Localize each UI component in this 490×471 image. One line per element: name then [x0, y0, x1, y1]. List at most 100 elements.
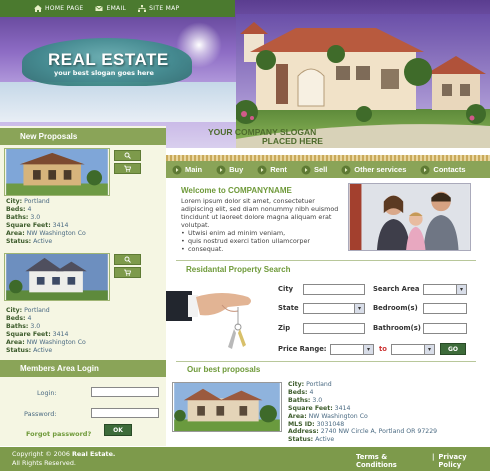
search-title: Residantal Property Search	[186, 265, 291, 274]
search-area-select[interactable]: ▾	[423, 284, 467, 295]
city-label: City:	[6, 198, 23, 205]
top-nav-email-label: EMAIL	[106, 5, 127, 12]
search-go-button[interactable]: GO	[440, 343, 466, 355]
main-nav: Main Buy Rent Sell Other services Contacts	[166, 161, 490, 178]
chevron-down-icon: ▾	[363, 345, 373, 354]
status-label: Status:	[288, 436, 314, 444]
top-nav-sitemap-label: SITE MAP	[149, 5, 180, 12]
status-label: Status:	[6, 347, 32, 354]
divider	[176, 361, 476, 362]
nav-item-other-services[interactable]: Other services	[341, 165, 406, 175]
nav-item-label: Rent	[270, 165, 287, 174]
password-label: Password:	[24, 410, 57, 418]
area-label: Area:	[288, 412, 307, 420]
nav-item-main[interactable]: Main	[172, 165, 202, 175]
area-label: Area:	[6, 339, 25, 346]
top-nav-sitemap[interactable]: SITE MAP	[138, 5, 179, 12]
baths-value: 3.0	[312, 396, 323, 404]
best-proposal-photo[interactable]	[172, 382, 282, 432]
proposal-2-cart-button[interactable]	[114, 267, 141, 278]
baths-value: 3.0	[30, 214, 41, 221]
arrow-icon	[216, 165, 226, 174]
sqft-label: Square Feet:	[288, 404, 333, 412]
nav-item-label: Sell	[313, 165, 328, 174]
area-value: NW Washington Co	[26, 230, 86, 237]
proposal-1-photo[interactable]	[4, 148, 110, 196]
mls-label: MLS ID:	[288, 420, 315, 428]
arrow-icon	[172, 165, 182, 174]
login-label: Login:	[37, 389, 57, 397]
sqft-value: 3414	[334, 404, 351, 412]
proposal-2-zoom-button[interactable]	[114, 254, 141, 265]
area-value: NW Washington Co	[26, 339, 86, 346]
beds-value: 4	[27, 206, 32, 213]
area-value: NW Washington Co	[308, 412, 368, 420]
divider	[176, 260, 476, 261]
welcome-bullet: Utwisi enim ad minim veniam,	[181, 229, 345, 237]
logo-subtitle: your best slogan goes here	[54, 69, 154, 77]
nav-item-label: Main	[185, 165, 203, 174]
copyright-brand: Real Estate.	[72, 450, 116, 458]
bathrooms-label: Bathroom(s)	[373, 324, 421, 332]
proposal-2-photo[interactable]	[4, 253, 110, 301]
state-label: State	[278, 304, 299, 312]
mls-value: 3031048	[316, 420, 345, 428]
sqft-label: Square Feet:	[6, 331, 51, 338]
login-ok-button[interactable]: OK	[104, 424, 132, 436]
terms-link[interactable]: Terms & Conditions	[356, 453, 428, 469]
best-proposal-details: City: Portland Beds: 4 Baths: 3.0 Square…	[288, 381, 437, 444]
city-value: Portland	[24, 307, 50, 314]
arrow-icon	[301, 165, 311, 174]
proposal-2-details: City: Portland Beds: 4 Baths: 3.0 Square…	[6, 307, 86, 355]
baths-label: Baths:	[288, 396, 311, 404]
login-input[interactable]	[91, 387, 159, 397]
water-background	[0, 82, 240, 122]
arrow-icon	[341, 165, 351, 174]
forgot-password-link[interactable]: Forgot password?	[26, 430, 91, 438]
state-select[interactable]: ▾	[303, 303, 365, 314]
arrow-icon	[257, 165, 267, 174]
beds-label: Beds:	[288, 388, 308, 396]
zip-input[interactable]	[303, 323, 365, 334]
welcome-bullets: Utwisi enim ad minim veniam, quis nostru…	[181, 229, 345, 253]
baths-label: Baths:	[6, 323, 29, 330]
area-label: Area:	[6, 230, 25, 237]
city-value: Portland	[24, 198, 50, 205]
city-label: City:	[6, 307, 23, 314]
proposal-1-cart-button[interactable]	[114, 163, 141, 174]
city-input[interactable]	[303, 284, 365, 295]
proposal-1-zoom-button[interactable]	[114, 150, 141, 161]
welcome-text: Lorem ipsum dolor sit amet, consectetuer…	[181, 197, 345, 253]
city-label: City	[278, 285, 293, 293]
address-value: 2740 NW Circle A, Portland OR 97229	[320, 428, 438, 436]
nav-item-sell[interactable]: Sell	[301, 165, 327, 175]
chevron-down-icon: ▾	[354, 304, 364, 313]
members-login-title: Members Area Login	[0, 360, 166, 377]
bedrooms-label: Bedroom(s)	[373, 304, 418, 312]
price-range-label: Price Range:	[278, 345, 327, 353]
status-value: Active	[33, 347, 53, 354]
nav-item-rent[interactable]: Rent	[257, 165, 287, 175]
bedrooms-input[interactable]	[423, 303, 467, 314]
bathrooms-input[interactable]	[423, 323, 467, 334]
top-nav-email[interactable]: EMAIL	[95, 5, 126, 12]
price-to-select[interactable]: ▾	[391, 344, 435, 355]
left-column: New Proposals City: Portland Beds: 4 Bat…	[0, 126, 166, 446]
footer-links: Terms & Conditions | Privacy Policy	[356, 453, 490, 469]
password-input[interactable]	[91, 408, 159, 418]
best-proposals-title: Our best proposals	[187, 365, 261, 374]
address-label: Address:	[288, 428, 319, 436]
nav-item-contacts[interactable]: Contacts	[420, 165, 466, 175]
welcome-bullet: consequat.	[181, 245, 345, 253]
beds-value: 4	[309, 388, 314, 396]
privacy-link[interactable]: Privacy Policy	[438, 453, 490, 469]
copyright-line: Copyright © 2006 Real Estate.	[12, 450, 115, 458]
baths-value: 3.0	[30, 323, 41, 330]
sqft-label: Square Feet:	[6, 222, 51, 229]
top-nav-home[interactable]: HOME PAGE	[34, 5, 83, 12]
price-from-select[interactable]: ▾	[330, 344, 374, 355]
sitemap-icon	[138, 5, 147, 12]
city-label: City:	[288, 381, 305, 388]
nav-item-buy[interactable]: Buy	[216, 165, 243, 175]
price-to-label: to	[379, 345, 387, 353]
